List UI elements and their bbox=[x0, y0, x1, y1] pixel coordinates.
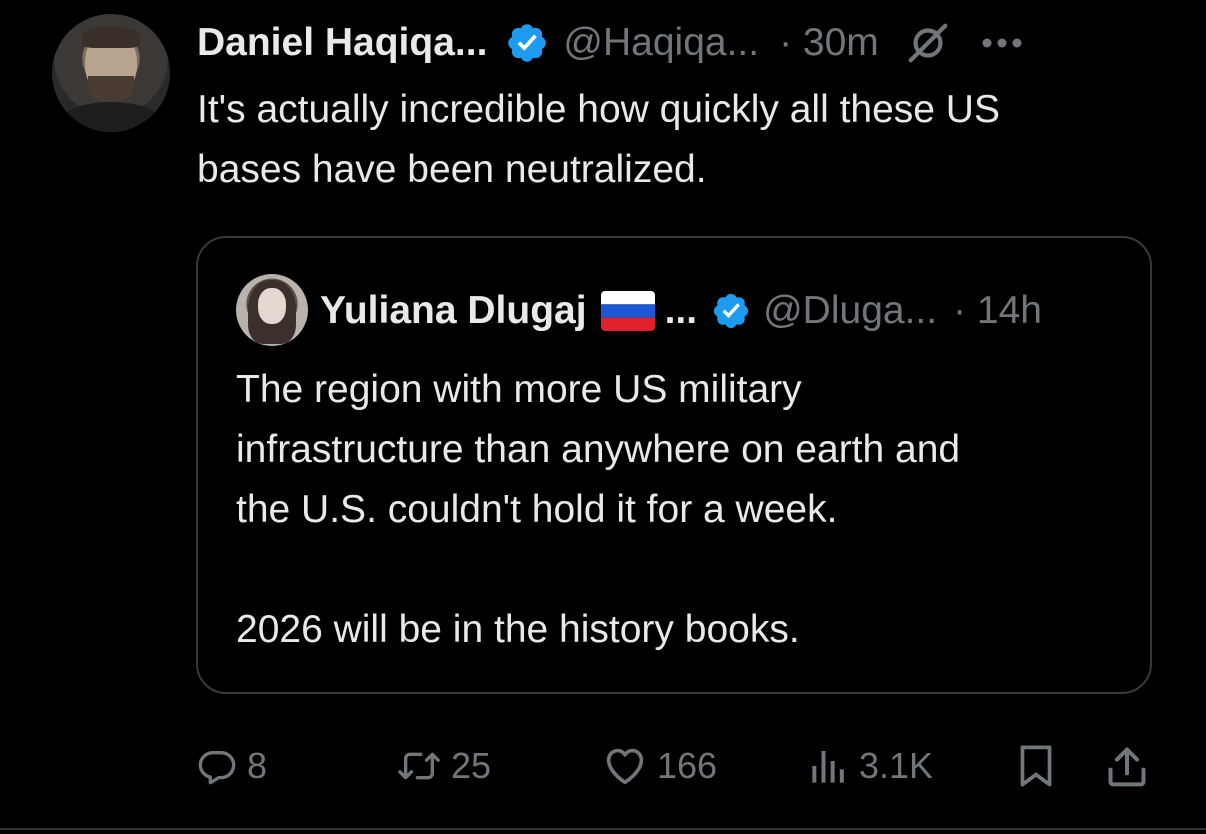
grok-icon[interactable] bbox=[905, 20, 951, 66]
author-name[interactable]: Daniel Haqiqa... bbox=[197, 21, 487, 65]
quote-avatar-face bbox=[258, 288, 286, 324]
tweet-text: It's actually incredible how quickly all… bbox=[197, 88, 1000, 191]
quote-header: Yuliana Dlugaj ... @Dluga... · 14h bbox=[320, 284, 1042, 338]
share-icon bbox=[1108, 747, 1146, 787]
tweet-time[interactable]: · 30m bbox=[779, 21, 879, 65]
tweet-actions: 8 25 166 3.1K bbox=[197, 738, 1157, 794]
reply-icon bbox=[198, 751, 236, 785]
like-button[interactable]: 166 bbox=[603, 738, 717, 794]
like-count: 166 bbox=[657, 745, 718, 786]
views-count: 3.1K bbox=[859, 745, 934, 786]
tweet-divider bbox=[0, 828, 1206, 830]
views-button[interactable]: 3.1K bbox=[809, 738, 933, 794]
repost-button[interactable]: 25 bbox=[397, 738, 491, 794]
quoted-tweet[interactable]: Yuliana Dlugaj ... @Dluga... · 14h The r… bbox=[196, 236, 1152, 694]
tweet-header: Daniel Haqiqa... @Haqiqa... · 30m bbox=[197, 17, 1023, 69]
bookmark-button[interactable] bbox=[1015, 738, 1057, 794]
repost-icon bbox=[398, 752, 440, 780]
avatar-hair bbox=[82, 26, 140, 48]
russia-flag-icon bbox=[600, 291, 655, 331]
quote-time[interactable]: · 14h bbox=[953, 289, 1042, 333]
reply-count: 8 bbox=[247, 745, 268, 786]
avatar-beard bbox=[88, 76, 134, 102]
verified-badge-icon bbox=[508, 24, 547, 62]
quote-author-name[interactable]: Yuliana Dlugaj bbox=[320, 289, 587, 333]
quote-name-ellipsis: ... bbox=[664, 289, 698, 332]
views-icon bbox=[812, 751, 844, 783]
author-avatar[interactable] bbox=[52, 14, 170, 132]
quote-text: The region with more US military infrast… bbox=[236, 368, 961, 651]
author-handle[interactable]: @Haqiqa... bbox=[563, 21, 759, 65]
bookmark-icon bbox=[1020, 745, 1052, 787]
reply-button[interactable]: 8 bbox=[197, 738, 267, 794]
tweet[interactable]: Daniel Haqiqa... @Haqiqa... · 30m It's a… bbox=[0, 0, 1206, 834]
more-icon[interactable] bbox=[981, 37, 1023, 49]
repost-count: 25 bbox=[451, 745, 492, 786]
share-button[interactable] bbox=[1105, 738, 1149, 794]
verified-badge-icon bbox=[714, 293, 749, 329]
quote-author-handle[interactable]: @Dluga... bbox=[763, 289, 937, 333]
heart-icon bbox=[606, 748, 644, 785]
avatar-shirt bbox=[60, 102, 162, 132]
quote-author-avatar[interactable] bbox=[236, 274, 308, 346]
